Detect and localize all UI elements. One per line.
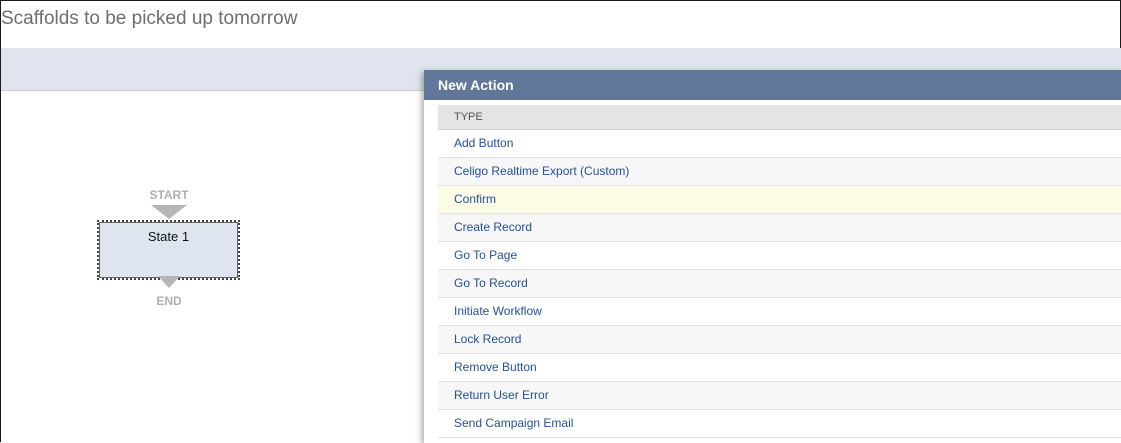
action-type-send-campaign-email[interactable]: Send Campaign Email: [438, 410, 1121, 438]
action-type-confirm[interactable]: Confirm: [438, 186, 1121, 214]
action-type-add-button[interactable]: Add Button: [438, 130, 1121, 158]
workflow-canvas[interactable]: START State 1 END: [1, 91, 431, 443]
page-title: Scaffolds to be picked up tomorrow: [1, 8, 298, 29]
end-label: END: [156, 294, 182, 308]
state-node[interactable]: State 1: [97, 220, 240, 280]
action-type-lock-record[interactable]: Lock Record: [438, 326, 1121, 354]
action-type-remove-button[interactable]: Remove Button: [438, 354, 1121, 382]
action-type-list: TYPE Add Button Celigo Realtime Export (…: [438, 105, 1121, 438]
action-type-return-user-error[interactable]: Return User Error: [438, 382, 1121, 410]
action-type-create-record[interactable]: Create Record: [438, 214, 1121, 242]
start-arrow-icon: [151, 205, 187, 219]
action-type-celigo-realtime-export[interactable]: Celigo Realtime Export (Custom): [438, 158, 1121, 186]
dialog-title[interactable]: New Action: [424, 70, 1121, 100]
state-name: State 1: [147, 229, 190, 244]
action-type-initiate-workflow[interactable]: Initiate Workflow: [438, 298, 1121, 326]
end-arrow-icon: [158, 276, 180, 288]
type-column-header: TYPE: [438, 105, 1121, 130]
action-type-go-to-page[interactable]: Go To Page: [438, 242, 1121, 270]
start-label: START: [149, 188, 189, 202]
action-type-go-to-record[interactable]: Go To Record: [438, 270, 1121, 298]
new-action-dialog: New Action TYPE Add Button Celigo Realti…: [424, 70, 1121, 443]
